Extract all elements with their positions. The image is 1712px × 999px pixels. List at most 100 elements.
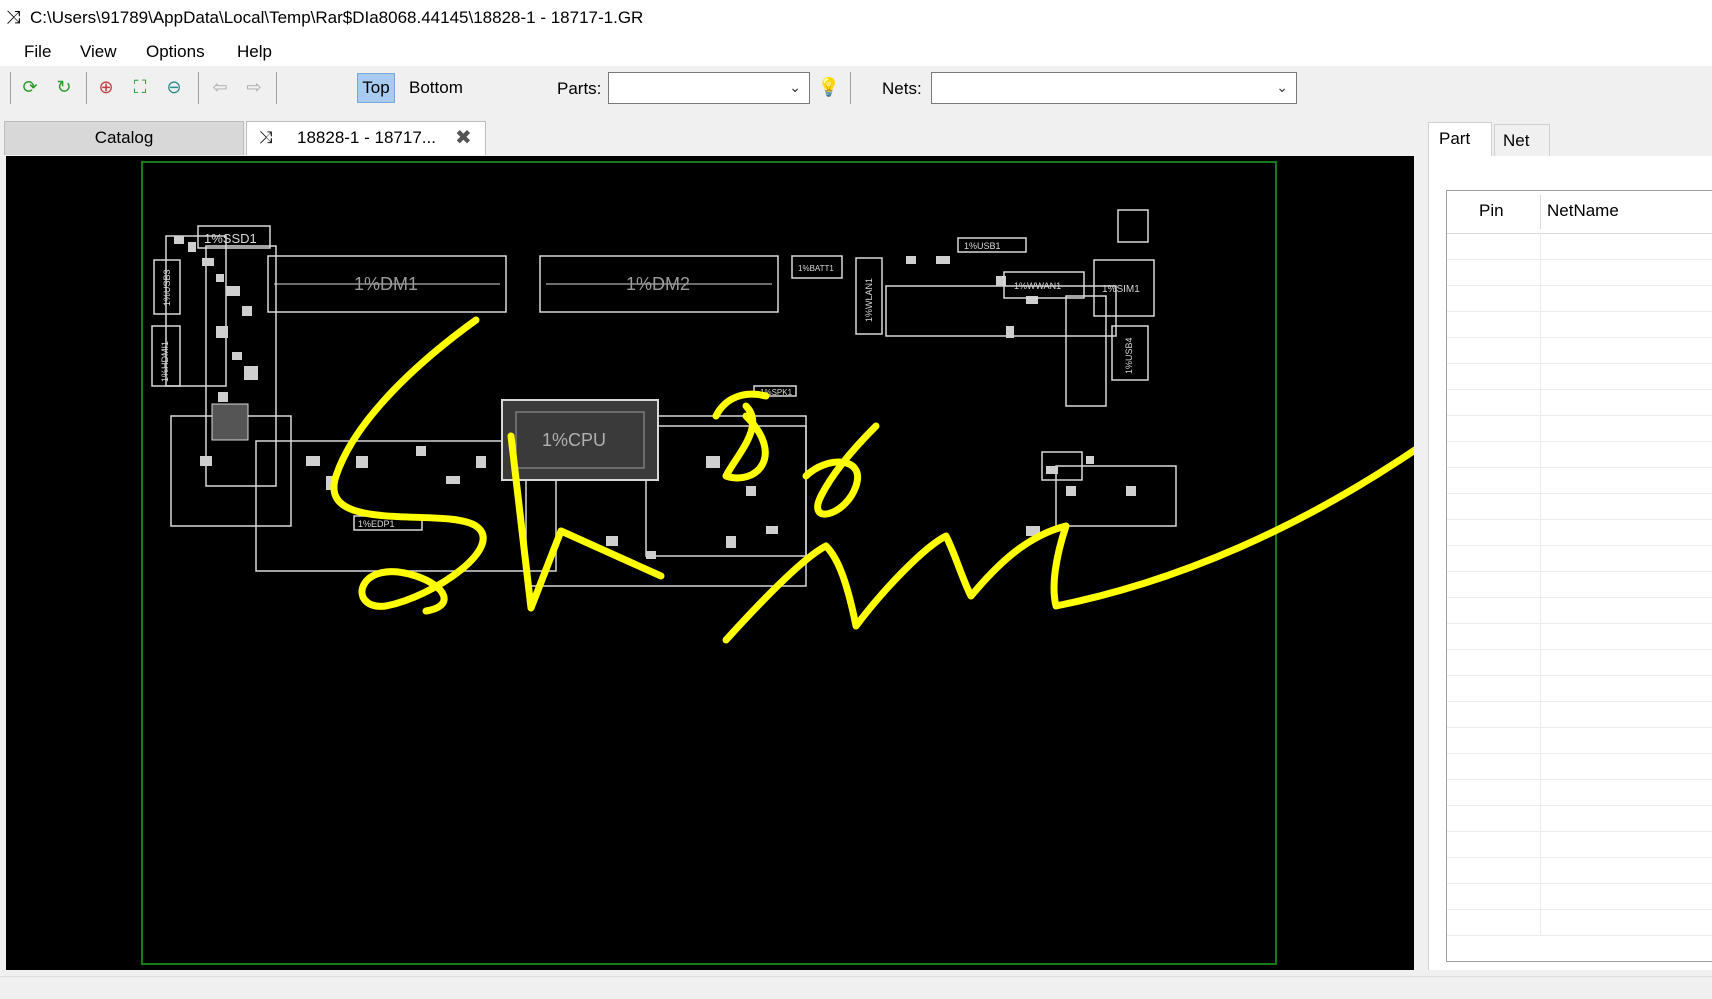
table-row[interactable]	[1447, 337, 1712, 364]
table-row[interactable]	[1447, 753, 1712, 780]
shuffle-icon: ⤨	[259, 128, 273, 147]
row-divider	[1540, 727, 1541, 753]
table-row[interactable]	[1447, 883, 1712, 910]
table-row[interactable]	[1447, 545, 1712, 572]
row-divider	[1540, 519, 1541, 545]
tab-catalog[interactable]: Catalog	[4, 121, 244, 155]
nets-label: Nets:	[882, 79, 922, 98]
usb3-label: 1%USB3	[162, 269, 172, 306]
row-divider	[1540, 311, 1541, 337]
table-row[interactable]	[1447, 909, 1712, 936]
ssd-label: 1%SSD1	[204, 231, 257, 246]
table-row[interactable]	[1447, 389, 1712, 416]
table-row[interactable]	[1447, 311, 1712, 338]
board-canvas[interactable]: 1%SSD1 1%DM1 1%DM2 1%CPU 1%USB3 1%HDMI1 …	[6, 156, 1414, 970]
dimm2-label: 1%DM2	[626, 274, 690, 294]
row-divider	[1540, 441, 1541, 467]
table-row[interactable]	[1447, 363, 1712, 390]
row-divider	[1540, 415, 1541, 441]
row-divider	[1540, 831, 1541, 857]
toolbar-grip	[10, 72, 11, 104]
table-row[interactable]	[1447, 779, 1712, 806]
back-arrow-icon[interactable]: ⇦	[208, 75, 232, 99]
table-row[interactable]	[1447, 649, 1712, 676]
handwritten-signature-overlay	[330, 316, 1414, 644]
table-row[interactable]	[1447, 467, 1712, 494]
row-divider	[1540, 883, 1541, 909]
zoom-in-icon[interactable]: ⊕	[94, 75, 118, 99]
chevron-down-icon[interactable]: ⌄	[789, 79, 801, 96]
cpu-label: 1%CPU	[542, 430, 606, 450]
row-divider	[1540, 857, 1541, 883]
table-row[interactable]	[1447, 259, 1712, 286]
tab-net[interactable]: Net	[1494, 124, 1550, 156]
table-row[interactable]	[1447, 285, 1712, 312]
forward-arrow-icon[interactable]: ⇨	[242, 75, 266, 99]
hdmi-label: 1%HDMI1	[160, 341, 170, 382]
menu-bar: File View Options Help	[0, 34, 1712, 66]
column-pin[interactable]: Pin	[1479, 201, 1504, 221]
row-divider	[1540, 259, 1541, 285]
row-divider	[1540, 493, 1541, 519]
menu-view[interactable]: View	[80, 42, 117, 62]
pin-net-grid[interactable]: Pin NetName	[1446, 190, 1712, 962]
row-divider	[1540, 233, 1541, 259]
top-right-component[interactable]	[1117, 209, 1149, 243]
reload-icon[interactable]: ↻	[52, 75, 76, 99]
row-divider	[1540, 545, 1541, 571]
usb1-label: 1%USB1	[964, 241, 1001, 251]
top-side-button[interactable]: Top	[357, 73, 395, 103]
row-divider	[1540, 675, 1541, 701]
refresh-icon[interactable]: ⟳	[18, 75, 42, 99]
toolbar-separator	[198, 72, 199, 104]
row-divider	[1540, 389, 1541, 415]
row-divider	[1540, 597, 1541, 623]
row-divider	[1540, 753, 1541, 779]
table-row[interactable]	[1447, 441, 1712, 468]
table-row[interactable]	[1447, 493, 1712, 520]
table-row[interactable]	[1447, 857, 1712, 884]
table-row[interactable]	[1447, 233, 1712, 260]
lightbulb-icon[interactable]: 💡	[817, 75, 841, 99]
menu-file[interactable]: File	[24, 42, 51, 62]
toolbar-separator	[850, 72, 851, 104]
close-icon[interactable]: ✖	[455, 122, 472, 154]
menu-options[interactable]: Options	[146, 42, 205, 62]
table-row[interactable]	[1447, 805, 1712, 832]
table-row[interactable]	[1447, 727, 1712, 754]
menu-help[interactable]: Help	[237, 42, 272, 62]
grid-header: Pin NetName	[1447, 191, 1712, 234]
table-row[interactable]	[1447, 519, 1712, 546]
board-viewer[interactable]: 1%SSD1 1%DM1 1%DM2 1%CPU 1%USB3 1%HDMI1 …	[6, 156, 1414, 970]
row-divider	[1540, 805, 1541, 831]
fit-icon[interactable]: ⛶	[128, 75, 152, 99]
table-row[interactable]	[1447, 675, 1712, 702]
sim-label: 1%SIM1	[1102, 284, 1140, 295]
chevron-down-icon[interactable]: ⌄	[1276, 79, 1288, 96]
table-row[interactable]	[1447, 701, 1712, 728]
nets-combobox[interactable]: ⌄	[931, 72, 1297, 104]
parts-combobox[interactable]: ⌄	[608, 72, 810, 104]
column-netname[interactable]: NetName	[1547, 201, 1619, 221]
tab-part[interactable]: Part	[1428, 122, 1492, 156]
row-divider	[1540, 701, 1541, 727]
table-row[interactable]	[1447, 571, 1712, 598]
row-divider	[1540, 779, 1541, 805]
row-divider	[1540, 571, 1541, 597]
table-row[interactable]	[1447, 623, 1712, 650]
status-bar	[0, 976, 1712, 999]
chip-ic[interactable]	[211, 403, 249, 441]
row-divider	[1540, 909, 1541, 935]
tab-board-file[interactable]: ⤨ 18828-1 - 18717... ✖	[246, 121, 486, 155]
toolbar-separator	[276, 72, 277, 104]
zoom-out-icon[interactable]: ⊖	[162, 75, 186, 99]
table-row[interactable]	[1447, 831, 1712, 858]
row-divider	[1540, 649, 1541, 675]
bottom-side-button[interactable]: Bottom	[409, 73, 463, 103]
shuffle-icon: ⤨	[6, 7, 21, 27]
table-row[interactable]	[1447, 597, 1712, 624]
wlan-label: 1%WLAN1	[864, 278, 874, 322]
edp-label: 1%EDP1	[358, 519, 395, 529]
table-row[interactable]	[1447, 415, 1712, 442]
usb4-label: 1%USB4	[1124, 337, 1134, 374]
